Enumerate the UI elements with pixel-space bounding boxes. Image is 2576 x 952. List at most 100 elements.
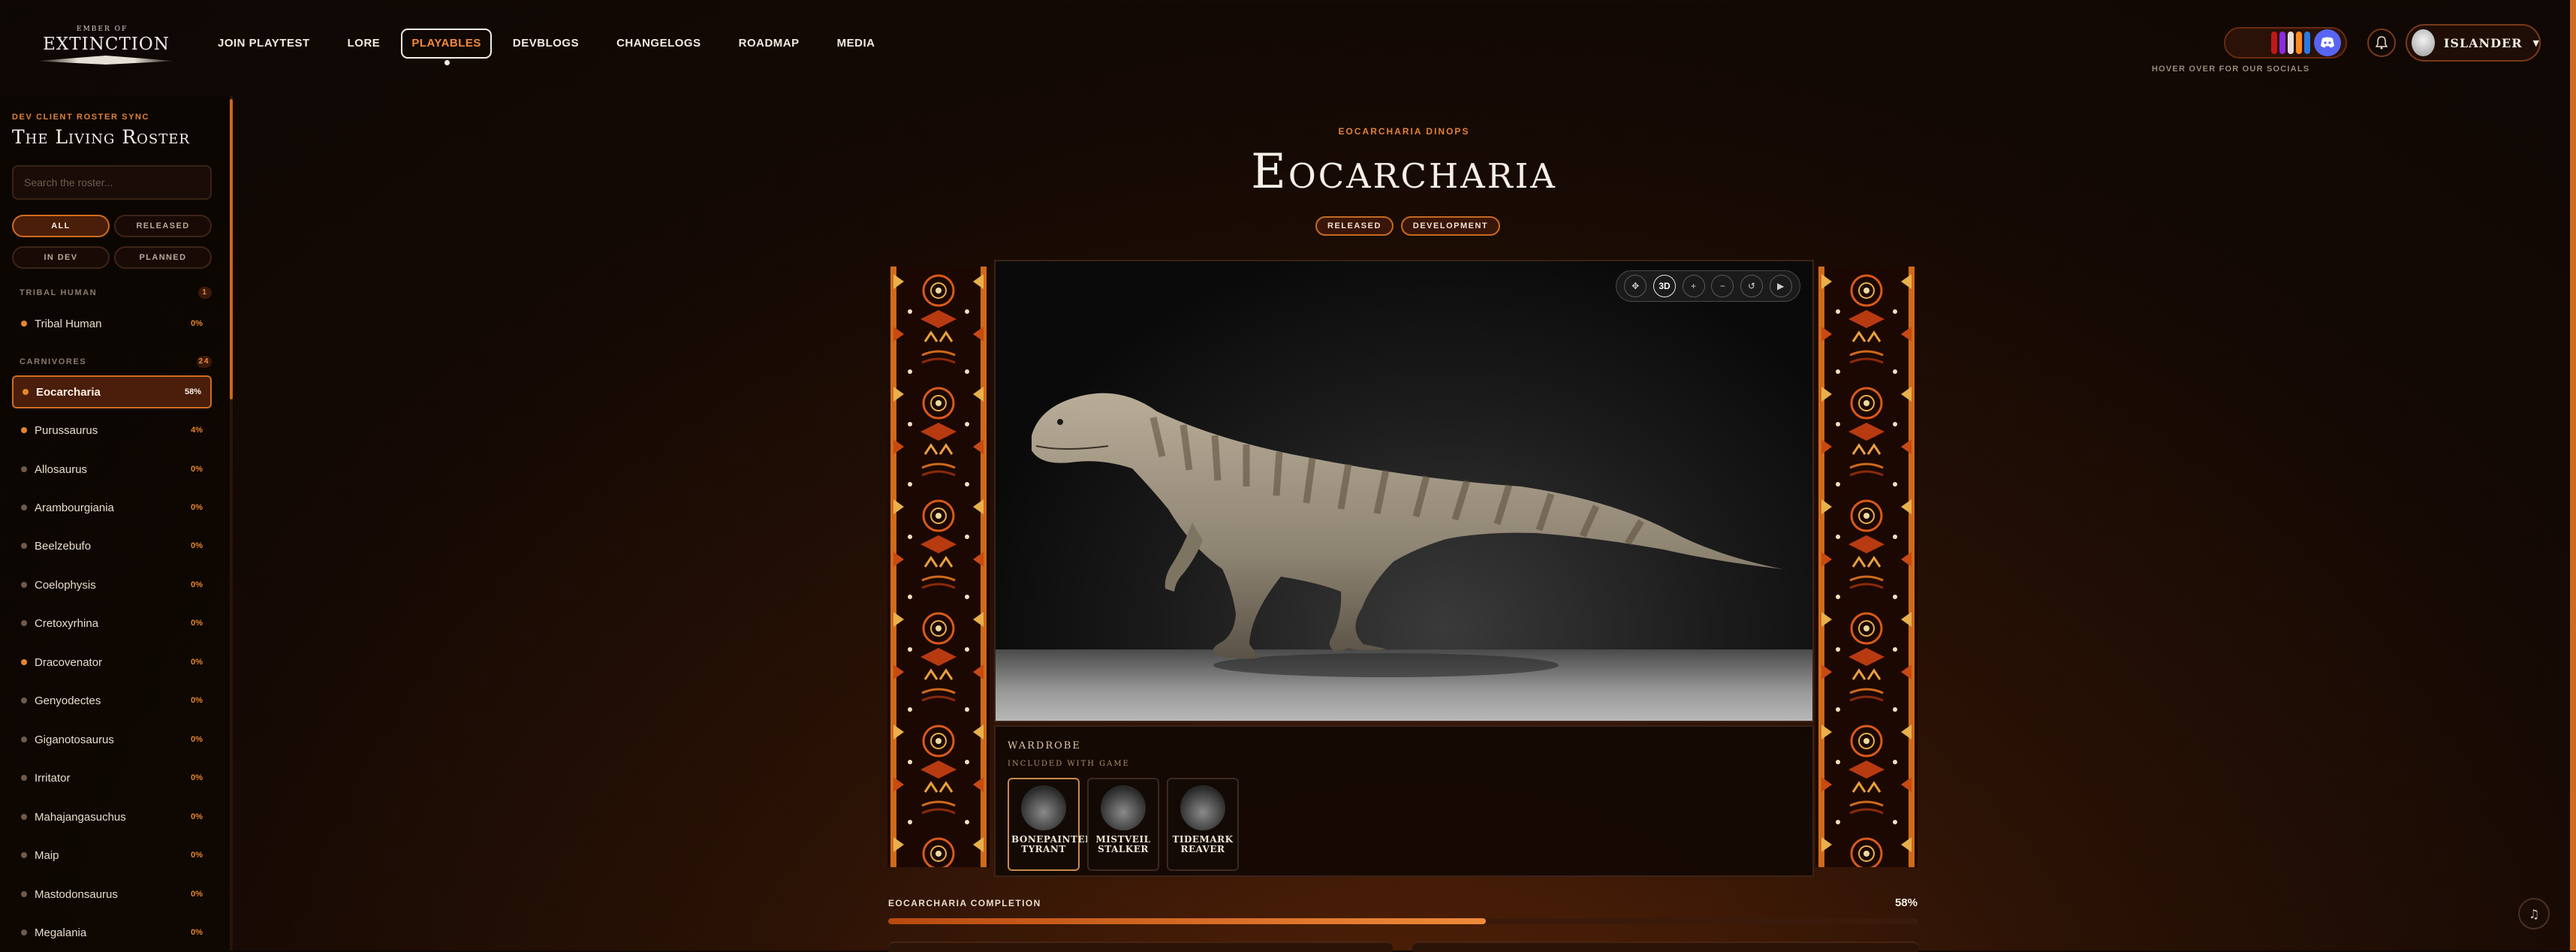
model-viewer[interactable]: [994, 260, 1814, 722]
filter-in-dev-button[interactable]: IN DEV: [12, 246, 110, 269]
nav-lore[interactable]: LORE: [331, 29, 397, 59]
nav-playables[interactable]: PLAYABLES: [401, 29, 492, 65]
status-dot: [21, 814, 27, 820]
skin-name: BONEPAINTED TYRANT: [1011, 834, 1093, 854]
skin-thumbnail: [1180, 785, 1225, 830]
roster-item-giganotosaurus[interactable]: Giganotosaurus 0%: [12, 723, 212, 756]
roster-item-percent: 0%: [191, 696, 203, 705]
roster-item-dracovenator[interactable]: Dracovenator 0%: [12, 646, 212, 679]
roster-item-maip[interactable]: Maip 0%: [12, 839, 212, 872]
sidebar-eyebrow: DEV CLIENT ROSTER SYNC: [12, 113, 150, 122]
roster-item-purussaurus[interactable]: Purussaurus 4%: [12, 414, 212, 447]
nav-roadmap[interactable]: ROADMAP: [722, 29, 816, 59]
roster-item-percent: 0%: [191, 465, 203, 474]
dinosaur-model: [1032, 393, 1782, 677]
roster-item-percent: 0%: [191, 580, 203, 589]
wardrobe-title: WARDROBE: [1008, 740, 1081, 752]
filter-released-button[interactable]: RELEASED: [114, 215, 212, 237]
view-3d-toggle[interactable]: 3D: [1653, 275, 1676, 297]
roster-item-name: Mahajangasuchus: [35, 810, 126, 824]
roster-item-percent: 0%: [191, 851, 203, 860]
roster-item-megalania[interactable]: Megalania 0%: [12, 916, 212, 949]
completion-label: EOCARCHARIA COMPLETION: [888, 898, 1041, 908]
roster-item-percent: 4%: [191, 426, 203, 435]
status-badge-released: RELEASED: [1315, 216, 1393, 236]
page-scrollbar[interactable]: [2570, 0, 2576, 950]
site-logo[interactable]: EMBER OF EXTINCTION: [33, 23, 179, 66]
roster-item-arambourgiania[interactable]: Arambourgiania 0%: [12, 491, 212, 524]
roster-search-input[interactable]: [12, 165, 212, 200]
page-title: Eocarcharia: [1251, 144, 1557, 200]
social-patreon-icon[interactable]: [2296, 32, 2302, 54]
nav-devblogs[interactable]: DEVBLOGS: [496, 29, 595, 59]
roster-item-name: Megalania: [35, 926, 87, 939]
completion-progress-fill: [888, 918, 1486, 924]
skin-card-mistveil-stalker[interactable]: MISTVEIL STALKER: [1087, 778, 1159, 871]
status-dot: [21, 543, 27, 549]
bell-icon[interactable]: [2367, 29, 2396, 57]
discord-icon[interactable]: [2314, 29, 2341, 56]
filter-group: ALL RELEASED IN DEV PLANNED: [12, 215, 212, 269]
skin-card-tidemark-reaver[interactable]: TIDEMARK REAVER: [1167, 778, 1239, 871]
social-twitch-icon[interactable]: [2279, 32, 2285, 54]
roster-item-mastodonsaurus[interactable]: Mastodonsaurus 0%: [12, 878, 212, 911]
play-animation-icon[interactable]: ▶: [1769, 275, 1792, 297]
nav-media[interactable]: MEDIA: [821, 29, 892, 59]
skin-thumbnail: [1101, 785, 1146, 830]
species-eyebrow: EOCARCHARIA DINOPS: [1338, 126, 1470, 137]
music-note-icon[interactable]: ♫: [2518, 898, 2550, 929]
roster-item-tribal-human[interactable]: Tribal Human 0%: [12, 307, 212, 340]
sidebar-scrollbar[interactable]: [230, 96, 233, 950]
nav-join-playtest[interactable]: JOIN PLAYTEST: [201, 29, 327, 59]
roster-item-name: Cretoxyrhina: [35, 616, 99, 630]
roster-item-cretoxyrhina[interactable]: Cretoxyrhina 0%: [12, 607, 212, 640]
tribal-frame-right: [1815, 267, 1918, 867]
zoom-out-icon[interactable]: −: [1711, 275, 1734, 297]
skin-name: TIDEMARK REAVER: [1172, 834, 1234, 854]
roster-item-beelzebufo[interactable]: Beelzebufo 0%: [12, 529, 212, 562]
move-icon[interactable]: ✥: [1624, 275, 1647, 297]
skin-thumbnail: [1021, 785, 1066, 830]
roster-item-percent: 0%: [191, 658, 203, 667]
roster-item-name: Arambourgiania: [35, 501, 114, 514]
social-youtube-icon[interactable]: [2271, 32, 2277, 54]
skin-list: BONEPAINTED TYRANT MISTVEIL STALKER TIDE…: [1008, 778, 1239, 871]
roster-item-mahajangasuchus[interactable]: Mahajangasuchus 0%: [12, 800, 212, 833]
category-name: CARNIVORES: [20, 357, 87, 366]
viewer-controls: ✥ 3D + − ↺ ▶: [1616, 270, 1800, 302]
status-badge-development: DEVELOPMENT: [1400, 216, 1501, 236]
roster-item-percent: 0%: [191, 503, 203, 512]
roster-item-eocarcharia[interactable]: Eocarcharia 58%: [12, 375, 212, 408]
category-header-tribal-human: TRIBAL HUMAN 1: [20, 287, 212, 299]
roster-item-percent: 0%: [191, 735, 203, 744]
socials-pill[interactable]: [2224, 27, 2347, 59]
sidebar-scroll-thumb[interactable]: [230, 99, 233, 399]
completion-value: 58%: [1894, 896, 1918, 909]
roster-item-allosaurus[interactable]: Allosaurus 0%: [12, 453, 212, 486]
tribal-frame-left: [887, 267, 990, 867]
roster-item-name: Maip: [35, 848, 59, 862]
roster-item-name: Mastodonsaurus: [35, 887, 118, 901]
roster-item-genyodectes[interactable]: Genyodectes 0%: [12, 684, 212, 717]
status-dot: [21, 775, 27, 781]
page-scroll-thumb[interactable]: [2570, 0, 2576, 950]
reset-view-icon[interactable]: ↺: [1740, 275, 1763, 297]
roster-item-coelophysis[interactable]: Coelophysis 0%: [12, 568, 212, 601]
user-menu[interactable]: ISLANDER ▼: [2406, 24, 2541, 62]
filter-planned-button[interactable]: PLANNED: [114, 246, 212, 269]
roster-item-percent: 0%: [191, 812, 203, 821]
roster-item-percent: 58%: [184, 387, 201, 396]
social-x-icon[interactable]: [2288, 32, 2294, 54]
filter-all-button[interactable]: ALL: [12, 215, 110, 237]
nav-changelogs[interactable]: CHANGELOGS: [600, 29, 718, 59]
status-dot: [21, 929, 27, 935]
zoom-in-icon[interactable]: +: [1682, 275, 1705, 297]
skin-card-bonepainted-tyrant[interactable]: BONEPAINTED TYRANT: [1008, 778, 1093, 871]
roster-item-name: Dracovenator: [35, 655, 103, 669]
roster-item-percent: 0%: [191, 319, 203, 328]
sidebar-title: The Living Roster: [12, 126, 190, 148]
avatar: [2412, 29, 2435, 56]
social-facebook-icon[interactable]: [2304, 32, 2310, 54]
roster-item-name: Beelzebufo: [35, 539, 92, 553]
roster-item-irritator[interactable]: Irritator 0%: [12, 761, 212, 794]
